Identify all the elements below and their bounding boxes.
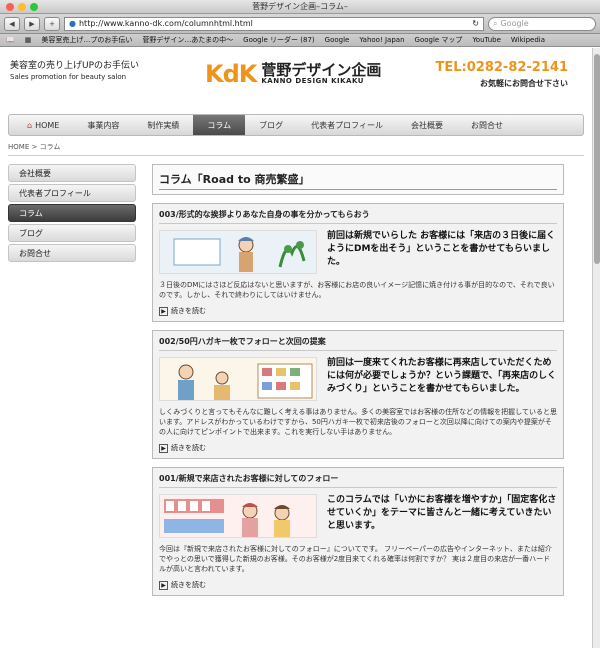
reload-icon[interactable]: ↻ bbox=[472, 19, 479, 28]
nav-item-services[interactable]: 事業内容 bbox=[73, 115, 133, 135]
tagline-jp: 美容室の売り上げUPのお手伝い bbox=[10, 61, 140, 71]
web-page: 美容室の売り上げUPのお手伝い Sales promotion for beau… bbox=[0, 48, 592, 648]
minimize-window-button[interactable] bbox=[18, 3, 26, 11]
plus-icon: + bbox=[49, 19, 55, 28]
nav-item-blog[interactable]: ブログ bbox=[245, 115, 297, 135]
main-content: コラム「Road to 商売繁盛」 003/形式的な挨拶よりあなた自身の事を分か… bbox=[152, 164, 564, 604]
forward-arrow-icon: ▶ bbox=[29, 19, 35, 28]
arrow-right-icon: ▶ bbox=[159, 443, 168, 453]
article-illustration bbox=[159, 230, 317, 274]
article-body: ３日後のDMにはさほど反応はないと思いますが、お客様にお店の良いイメージ記憶に焼… bbox=[159, 281, 555, 299]
article-card: 003/形式的な挨拶よりあなた自身の事を分かってもらおう 前回は新規でいらした … bbox=[152, 203, 564, 322]
forward-button[interactable]: ▶ bbox=[24, 16, 40, 31]
browser-toolbar: ◀ ▶ + ● http://www.kanno-dk.com/columnht… bbox=[0, 14, 600, 34]
globe-icon: ● bbox=[69, 19, 76, 28]
column-header: コラム「Road to 商売繁盛」 bbox=[152, 164, 564, 195]
window-title: 菅野デザイン企画–コラム– bbox=[252, 2, 348, 11]
sidebar-item-column[interactable]: コラム bbox=[8, 204, 136, 222]
site-tagline: 美容室の売り上げUPのお手伝い Sales promotion for beau… bbox=[10, 58, 139, 81]
contact-block: TEL:0282-82-2141 お気軽にお問合せ下さい bbox=[436, 60, 568, 89]
breadcrumb-current: コラム bbox=[39, 143, 61, 151]
site-header: 美容室の売り上げUPのお手伝い Sales promotion for beau… bbox=[0, 48, 592, 114]
url-text[interactable]: http://www.kanno-dk.com/columnhtml.html bbox=[79, 19, 469, 28]
book-icon[interactable]: 📖 bbox=[6, 36, 15, 44]
global-nav: ⌂ HOME 事業内容 制作実績 コラム ブログ 代表者プロフィール 会社概要 お… bbox=[8, 114, 584, 136]
search-icon: ⌕ bbox=[493, 18, 498, 28]
article-lead: このコラムでは「いかにお客様を増やすか」「固定客化させていくか」をテーマに皆さん… bbox=[327, 495, 557, 531]
phone-number: TEL:0282-82-2141 bbox=[435, 60, 568, 75]
breadcrumb-separator: > bbox=[31, 143, 38, 151]
article-card: 001/新規で来店されたお客様に対してのフォロー このコラムでは「いかにお客様を… bbox=[152, 467, 564, 596]
read-more-label: 続きを読む bbox=[171, 307, 206, 315]
breadcrumb: HOME > コラム bbox=[8, 142, 584, 156]
breadcrumb-home[interactable]: HOME bbox=[8, 143, 29, 151]
nav-item-home[interactable]: ⌂ HOME bbox=[13, 115, 73, 135]
article-title[interactable]: 001/新規で来店されたお客様に対してのフォロー bbox=[159, 473, 557, 488]
read-more-label: 続きを読む bbox=[171, 581, 206, 589]
address-bar[interactable]: ● http://www.kanno-dk.com/columnhtml.htm… bbox=[64, 16, 484, 31]
article-title[interactable]: 002/50円ハガキ一枚でフォローと次回の提案 bbox=[159, 336, 557, 351]
back-button[interactable]: ◀ bbox=[4, 16, 20, 31]
article-lead: 前回は一度来てくれたお客様に再来店していただくためには何が必要でしょうか？という… bbox=[327, 358, 557, 394]
bookmark-item[interactable]: Yahoo! Japan bbox=[359, 36, 404, 44]
scrollbar-thumb[interactable] bbox=[594, 54, 600, 264]
article-title[interactable]: 003/形式的な挨拶よりあなた自身の事を分かってもらおう bbox=[159, 209, 557, 224]
article-body: しくみづくりと言ってもそんなに難しく考える事はありません。多くの美容室ではお客様… bbox=[159, 408, 557, 436]
bookmark-item[interactable]: Google リーダー (87) bbox=[243, 35, 315, 45]
logo-subtitle: KANNO DESIGN KIKAKU bbox=[261, 77, 364, 85]
close-window-button[interactable] bbox=[6, 3, 14, 11]
sidebar: 会社概要 代表者プロフィール コラム ブログ お問合せ bbox=[8, 164, 136, 604]
sidebar-item-company[interactable]: 会社概要 bbox=[8, 164, 136, 182]
nav-item-works[interactable]: 制作実績 bbox=[133, 115, 193, 135]
read-more-link[interactable]: ▶ 続きを読む bbox=[159, 443, 557, 453]
sidebar-item-profile[interactable]: 代表者プロフィール bbox=[8, 184, 136, 202]
article-illustration bbox=[159, 357, 317, 401]
back-arrow-icon: ◀ bbox=[9, 19, 15, 28]
site-logo[interactable]: KdK 菅野デザイン企画 KANNO DESIGN KIKAKU bbox=[205, 60, 381, 88]
nav-item-column[interactable]: コラム bbox=[193, 115, 246, 135]
article-body: 今回は『新規で来店されたお客様に対してのフォロー』についてです。 フリーペーパー… bbox=[159, 545, 552, 573]
article-card: 002/50円ハガキ一枚でフォローと次回の提案 前回は一度来てくれたお客様に再来… bbox=[152, 330, 564, 459]
arrow-right-icon: ▶ bbox=[159, 306, 168, 316]
logo-mark: KdK bbox=[205, 60, 257, 88]
sidebar-item-blog[interactable]: ブログ bbox=[8, 224, 136, 242]
bookmark-item[interactable]: YouTube bbox=[472, 36, 500, 44]
zoom-window-button[interactable] bbox=[30, 3, 38, 11]
read-more-label: 続きを読む bbox=[171, 444, 206, 452]
search-placeholder: Google bbox=[500, 19, 529, 28]
bookmark-item[interactable]: Wikipedia bbox=[511, 36, 545, 44]
nav-item-profile[interactable]: 代表者プロフィール bbox=[297, 115, 397, 135]
bookmark-item[interactable]: 菅野デザイン…あたまの中〜 bbox=[142, 35, 233, 45]
bookmark-item[interactable]: Google bbox=[325, 36, 350, 44]
vertical-scrollbar[interactable] bbox=[592, 48, 600, 648]
window-titlebar: 菅野デザイン企画–コラム– bbox=[0, 0, 600, 14]
grid-icon[interactable]: ▦ bbox=[25, 36, 32, 44]
read-more-link[interactable]: ▶ 続きを読む bbox=[159, 306, 557, 316]
page-title: コラム「Road to 商売繁盛」 bbox=[159, 171, 557, 190]
arrow-right-icon: ▶ bbox=[159, 580, 168, 590]
bookmark-item[interactable]: Google マップ bbox=[415, 35, 463, 45]
bookmarks-bar: 📖 ▦ 美容室売上げ…プのお手伝い 菅野デザイン…あたまの中〜 Google リ… bbox=[0, 34, 600, 47]
sidebar-item-contact[interactable]: お問合せ bbox=[8, 244, 136, 262]
bookmark-item[interactable]: 美容室売上げ…プのお手伝い bbox=[41, 35, 132, 45]
read-more-link[interactable]: ▶ 続きを読む bbox=[159, 580, 557, 590]
nav-item-company[interactable]: 会社概要 bbox=[397, 115, 457, 135]
tagline-en: Sales promotion for beauty salon bbox=[10, 73, 127, 81]
nav-item-contact[interactable]: お問合せ bbox=[457, 115, 517, 135]
house-icon: ⌂ bbox=[27, 120, 33, 130]
contact-text: お気軽にお問合せ下さい bbox=[480, 79, 568, 88]
article-lead: 前回は新規でいらした お客様には「来店の３日後に届くようにDMを出そう」というこ… bbox=[327, 231, 556, 267]
add-bookmark-button[interactable]: + bbox=[44, 16, 60, 31]
search-field[interactable]: ⌕ Google bbox=[488, 16, 596, 31]
article-illustration bbox=[159, 494, 317, 538]
window-controls[interactable] bbox=[6, 3, 38, 11]
